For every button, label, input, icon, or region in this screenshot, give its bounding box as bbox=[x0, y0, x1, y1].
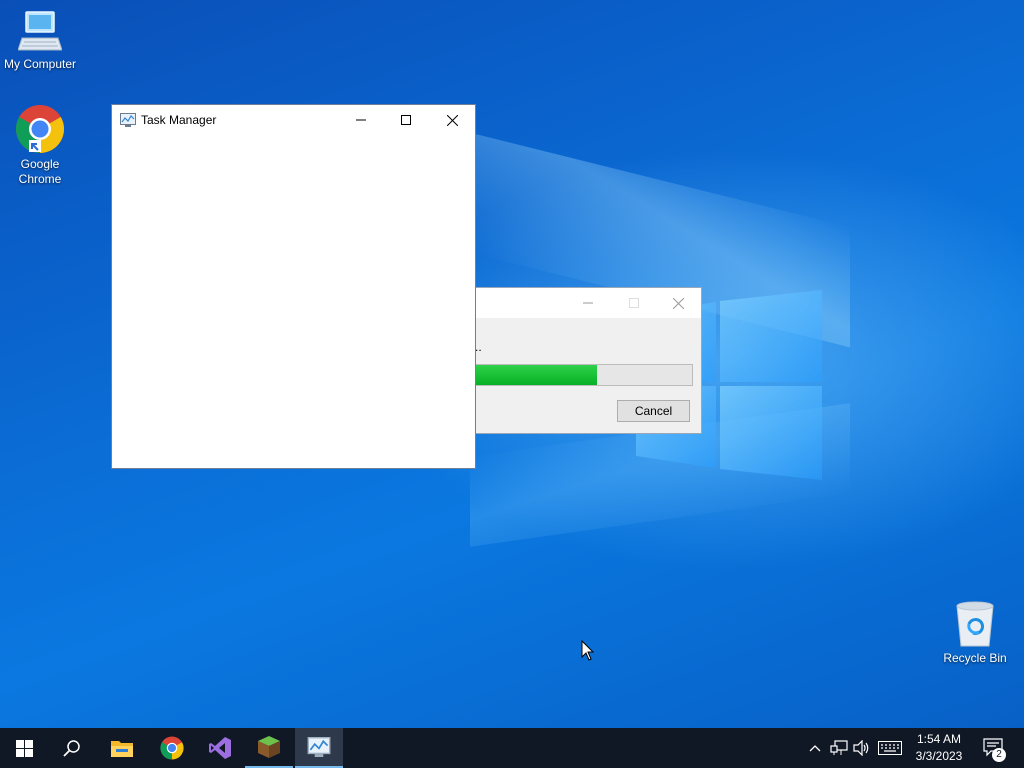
chrome-icon bbox=[15, 105, 65, 153]
taskbar-clock[interactable]: 1:54 AM 3/3/2023 bbox=[904, 731, 974, 765]
clock-date: 3/3/2023 bbox=[915, 749, 963, 763]
network-button[interactable] bbox=[828, 728, 850, 768]
notification-badge: 2 bbox=[992, 748, 1006, 762]
progress-message: .. bbox=[475, 340, 482, 354]
desktop-icon-label: Recycle Bin bbox=[943, 651, 1007, 665]
maximize-button[interactable] bbox=[383, 105, 429, 135]
close-icon bbox=[672, 297, 684, 309]
taskbar-task-manager[interactable] bbox=[295, 728, 343, 768]
minimize-button[interactable] bbox=[338, 105, 384, 135]
progress-dialog-titlebar[interactable] bbox=[475, 288, 701, 318]
monitor-icon bbox=[17, 11, 63, 51]
file-explorer-icon bbox=[111, 741, 133, 757]
desktop-icon-label: My Computer bbox=[3, 57, 77, 71]
speaker-icon bbox=[853, 740, 869, 756]
minimize-icon bbox=[583, 302, 593, 304]
taskbar-minecraft[interactable] bbox=[245, 728, 293, 768]
show-hidden-icons-button[interactable] bbox=[805, 728, 825, 768]
task-manager-content bbox=[112, 135, 475, 468]
clock-time: 1:54 AM bbox=[916, 732, 962, 746]
minecraft-icon bbox=[258, 736, 280, 758]
task-manager-icon bbox=[307, 737, 331, 757]
search-button[interactable] bbox=[48, 728, 96, 768]
task-manager-window: Task Manager bbox=[111, 104, 476, 469]
minimize-icon bbox=[356, 119, 366, 121]
progress-bar bbox=[475, 364, 693, 386]
action-center-button[interactable]: 2 bbox=[980, 728, 1008, 768]
maximize-icon bbox=[401, 115, 411, 125]
maximize-button bbox=[611, 288, 657, 318]
progress-bar-fill bbox=[476, 365, 597, 385]
desktop-icon-google-chrome[interactable]: Google Chrome bbox=[0, 104, 80, 187]
close-button[interactable] bbox=[429, 105, 475, 135]
close-icon bbox=[446, 114, 458, 126]
keyboard-icon bbox=[878, 741, 902, 755]
desktop-icon-recycle-bin[interactable]: Recycle Bin bbox=[935, 600, 1015, 666]
start-icon bbox=[15, 739, 33, 757]
task-manager-icon bbox=[120, 113, 136, 127]
taskbar-chrome[interactable] bbox=[148, 728, 196, 768]
minimize-button[interactable] bbox=[565, 288, 611, 318]
taskbar-visual-studio[interactable] bbox=[196, 728, 244, 768]
search-icon bbox=[63, 740, 80, 757]
maximize-icon bbox=[629, 298, 639, 308]
progress-dialog: .. Cancel bbox=[474, 287, 702, 434]
visual-studio-icon bbox=[209, 737, 231, 759]
cancel-button-label: Cancel bbox=[634, 404, 673, 418]
mouse-cursor-icon bbox=[581, 640, 595, 661]
network-icon bbox=[830, 740, 848, 755]
window-title: Task Manager bbox=[141, 113, 217, 127]
desktop-icon-my-computer[interactable]: My Computer bbox=[0, 10, 80, 72]
volume-button[interactable] bbox=[851, 728, 873, 768]
cancel-button[interactable]: Cancel bbox=[617, 400, 690, 422]
recycle-bin-icon bbox=[956, 601, 994, 647]
touch-keyboard-button[interactable] bbox=[876, 728, 904, 768]
desktop-icon-label: Google Chrome bbox=[18, 157, 62, 186]
task-manager-titlebar[interactable]: Task Manager bbox=[112, 105, 475, 135]
taskbar: 1:54 AM 3/3/2023 2 bbox=[0, 728, 1024, 768]
taskbar-file-explorer[interactable] bbox=[98, 728, 146, 768]
start-button[interactable] bbox=[0, 728, 48, 768]
chevron-up-icon bbox=[809, 745, 821, 752]
chrome-icon bbox=[160, 736, 184, 760]
close-button[interactable] bbox=[655, 288, 701, 318]
